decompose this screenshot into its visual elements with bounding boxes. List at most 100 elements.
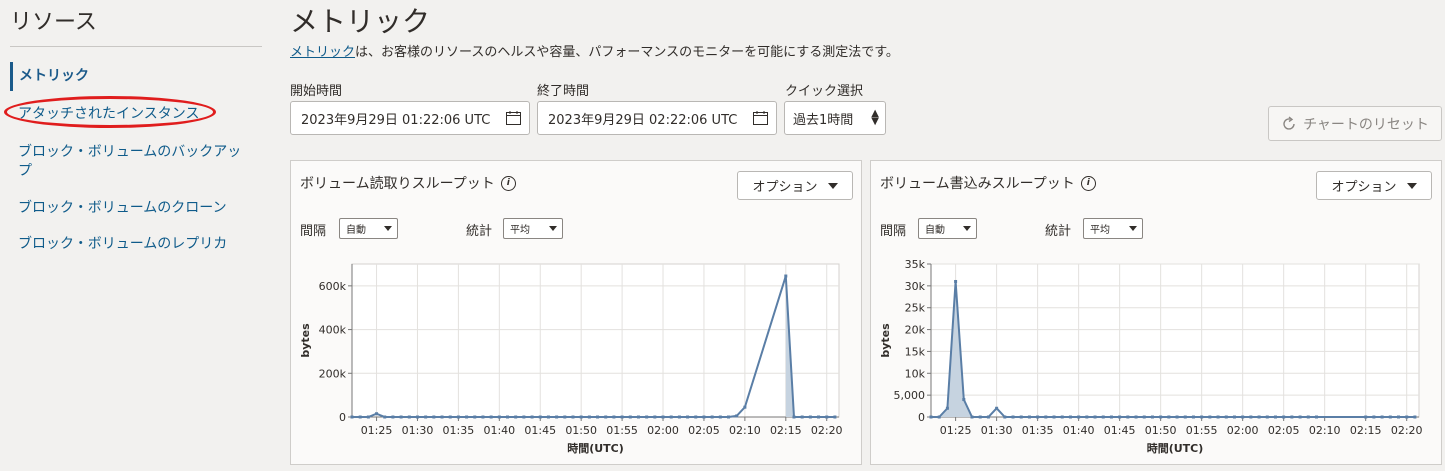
x-axis-label: 時間(UTC) [1147,441,1204,455]
data-point [995,406,999,410]
sidebar-item-block-volume-backups[interactable]: ブロック・ボリュームのバックアップ [10,143,262,181]
data-point [587,415,591,419]
data-point [1232,415,1236,419]
data-point [1183,415,1187,419]
data-point [710,415,714,419]
data-point [1167,415,1171,419]
data-point [669,415,673,419]
data-point [620,415,624,419]
data-point [1093,415,1097,419]
data-point [1298,415,1302,419]
plot-area [930,263,1420,418]
write-throughput-panel: ボリューム書込みスループット i オプション 間隔 自動 統計 平均 01:25… [870,160,1442,465]
data-point [358,415,362,419]
data-point [366,415,370,419]
sidebar-title: リソース [10,10,97,35]
data-point [596,415,600,419]
data-point [1413,415,1417,419]
sidebar-item-label: アタッチされたインスタンス [18,106,200,122]
data-point [686,415,690,419]
data-point [628,415,632,419]
data-point [1224,415,1228,419]
data-point [1150,415,1154,419]
quick-select[interactable]: 過去1時間 ▲ ▼ [784,101,886,135]
data-point [1126,415,1130,419]
x-tick-label: 01:45 [524,424,556,437]
calendar-icon[interactable] [506,111,521,125]
x-tick-label: 01:30 [402,424,434,437]
data-point [1077,415,1081,419]
y-tick-label: 25k [905,302,926,315]
data-point [727,415,731,419]
end-time-value: 2023年9月29日 02:22:06 UTC [548,112,738,128]
x-tick-label: 02:10 [1309,424,1341,437]
x-tick-label: 02:00 [647,424,679,437]
data-point [1249,415,1253,419]
end-time-label: 終了時間 [537,84,590,99]
data-point [1101,415,1105,419]
data-point [579,415,583,419]
data-point [604,415,608,419]
data-point [448,415,452,419]
start-time-label: 開始時間 [290,84,343,99]
data-point [1191,415,1195,419]
resources-sidebar: リソース メトリック アタッチされたインスタンス ブロック・ボリュームのバックア… [0,0,272,471]
data-point [497,415,501,419]
data-point [645,415,649,419]
y-tick-label: 35k [905,258,926,271]
data-point [1396,415,1400,419]
sidebar-item-attached-instances[interactable]: アタッチされたインスタンス [4,96,262,128]
data-point [986,415,990,419]
data-point [1208,415,1212,419]
data-point [661,415,665,419]
y-tick-label: 200k [319,367,347,380]
data-point [937,415,941,419]
x-tick-label: 02:10 [729,424,761,437]
data-point [1019,415,1023,419]
data-point [465,415,469,419]
data-point [1290,415,1294,419]
x-tick-label: 02:15 [770,424,802,437]
x-axis-label: 時間(UTC) [567,441,624,455]
data-point [1036,415,1040,419]
y-tick-label: 600k [319,280,347,293]
data-point [929,415,933,419]
data-point [612,415,616,419]
end-time-input[interactable]: 2023年9月29日 02:22:06 UTC [537,101,777,135]
sidebar-item-block-volume-clones[interactable]: ブロック・ボリュームのクローン [10,199,262,218]
x-tick-label: 01:35 [1022,424,1054,437]
x-tick-label: 01:40 [1063,424,1095,437]
data-point [424,415,428,419]
data-point [1380,415,1384,419]
reset-charts-button[interactable]: チャートのリセット [1268,106,1442,141]
metrics-doc-link[interactable]: メトリック [290,45,355,60]
data-point [1003,415,1007,419]
sidebar-item-block-volume-replicas[interactable]: ブロック・ボリュームのレプリカ [10,235,262,254]
data-point [1052,415,1056,419]
quick-select-value: 過去1時間 [793,112,854,128]
read-throughput-chart: 01:25 01:30 01:35 01:40 01:45 01:50 01:55 02:00… [299,263,843,455]
y-axis-label: bytes [879,323,892,358]
data-point [399,415,403,419]
start-time-value: 2023年9月29日 01:22:06 UTC [301,112,491,128]
data-point [555,415,559,419]
y-tick-label: 0 [918,411,925,424]
x-tick-label: 02:05 [688,424,720,437]
y-axis-label: bytes [299,323,312,358]
data-point [784,274,788,278]
data-point [1060,415,1064,419]
start-time-input[interactable]: 2023年9月29日 01:22:06 UTC [290,101,530,135]
calendar-icon[interactable] [753,111,768,125]
data-point [702,415,706,419]
sidebar-item-metrics[interactable]: メトリック [10,62,262,91]
data-point [1388,415,1392,419]
x-tick-label: 01:40 [483,424,515,437]
data-point [1273,415,1277,419]
data-point [800,415,804,419]
sidebar-divider [10,46,262,47]
data-point [792,415,796,419]
data-point [1159,415,1163,419]
data-point [432,415,436,419]
x-tick-label: 02:15 [1350,424,1382,437]
x-tick-label: 02:05 [1268,424,1300,437]
